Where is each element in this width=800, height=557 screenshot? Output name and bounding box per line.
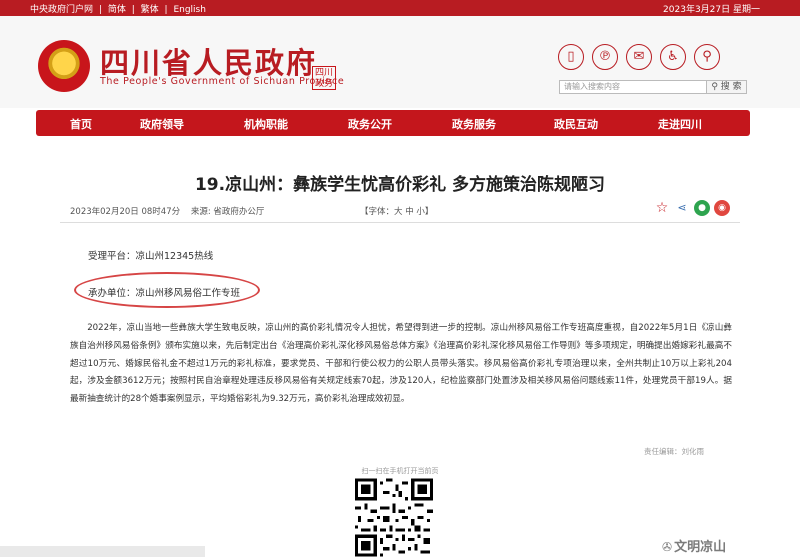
separator: | bbox=[131, 5, 135, 15]
link-simplified[interactable]: 简体 bbox=[108, 5, 126, 15]
responsible-editor: 责任编辑：刘化雨 bbox=[644, 447, 704, 456]
bottom-gray-strip bbox=[0, 546, 205, 557]
elder-service-icon[interactable]: ⚲ bbox=[694, 44, 720, 70]
accessibility-icon[interactable]: ♿ bbox=[660, 44, 686, 70]
national-emblem-icon bbox=[38, 40, 90, 92]
search-button[interactable]: ⚲ 搜 索 bbox=[707, 80, 747, 94]
pinterest-icon[interactable]: ℗ bbox=[592, 44, 618, 70]
nav-item-about-sichuan[interactable]: 走进四川 bbox=[658, 116, 702, 132]
top-utility-bar: 中央政府门户网 | 简体 | 繁体 | English 2023年3月27日 星… bbox=[0, 0, 800, 16]
font-size-selector[interactable]: 【字体：大 中 小】 bbox=[360, 205, 433, 217]
meta-divider bbox=[60, 222, 740, 223]
acceptance-platform: 受理平台：凉山州12345热线 bbox=[88, 251, 214, 262]
wechat-icon[interactable]: ● bbox=[694, 200, 710, 216]
wechat-watermark: ✇ 文明凉山 bbox=[662, 536, 726, 555]
highlight-circle-annotation bbox=[74, 272, 260, 308]
nav-item-open-gov[interactable]: 政务公开 bbox=[348, 116, 392, 132]
envelope-icon[interactable]: ✉ bbox=[626, 44, 652, 70]
article-title: 19.凉山州：彝族学生忧高价彩礼 多方施策治陈规陋习 bbox=[194, 175, 606, 195]
gov-seal-logo: 四川 政务 bbox=[312, 66, 336, 90]
qr-caption: 扫一扫在手机打开当前页 bbox=[361, 467, 439, 475]
search-icon: ⚲ bbox=[711, 82, 718, 92]
share-icon[interactable]: ⋖ bbox=[674, 200, 690, 216]
star-icon[interactable]: ☆ bbox=[654, 200, 670, 216]
article-source: 来源: 省政府办公厅 bbox=[190, 207, 265, 217]
article-body: 2022年，凉山当地一些彝族大学生致电反映，凉山州的高价彩礼情况令人担忧，希望得… bbox=[70, 323, 732, 405]
link-central-gov[interactable]: 中央政府门户网 bbox=[30, 5, 93, 15]
qr-code-image bbox=[355, 478, 433, 557]
separator: | bbox=[98, 5, 102, 15]
nav-item-home[interactable]: 首页 bbox=[70, 116, 92, 132]
nav-item-functions[interactable]: 机构职能 bbox=[244, 116, 288, 132]
search-button-label: 搜 索 bbox=[720, 82, 742, 92]
publish-datetime: 2023年02月20日 08时47分 bbox=[70, 207, 181, 217]
mobile-icon[interactable]: ▯ bbox=[558, 44, 584, 70]
link-english[interactable]: English bbox=[173, 5, 206, 15]
search-input[interactable]: 请输入搜索内容 bbox=[559, 80, 707, 94]
nav-item-services[interactable]: 政务服务 bbox=[452, 116, 496, 132]
article-meta: 2023年02月20日 08时47分 来源: 省政府办公厅 bbox=[70, 205, 264, 217]
main-nav: 首页 政府领导 机构职能 政务公开 政务服务 政民互动 走进四川 bbox=[36, 110, 750, 136]
wechat-logo-icon: ✇ bbox=[662, 540, 673, 554]
weibo-icon[interactable]: ◉ bbox=[714, 200, 730, 216]
separator: | bbox=[164, 5, 168, 15]
link-traditional[interactable]: 繁体 bbox=[141, 5, 159, 15]
site-subtitle: The People's Government of Sichuan Provi… bbox=[100, 76, 345, 87]
watermark-text: 文明凉山 bbox=[674, 540, 727, 555]
current-date: 2023年3月27日 星期一 bbox=[663, 5, 760, 15]
nav-item-interaction[interactable]: 政民互动 bbox=[554, 116, 598, 132]
nav-item-leaders[interactable]: 政府领导 bbox=[140, 116, 184, 132]
top-links: 中央政府门户网 | 简体 | 繁体 | English bbox=[30, 2, 209, 15]
